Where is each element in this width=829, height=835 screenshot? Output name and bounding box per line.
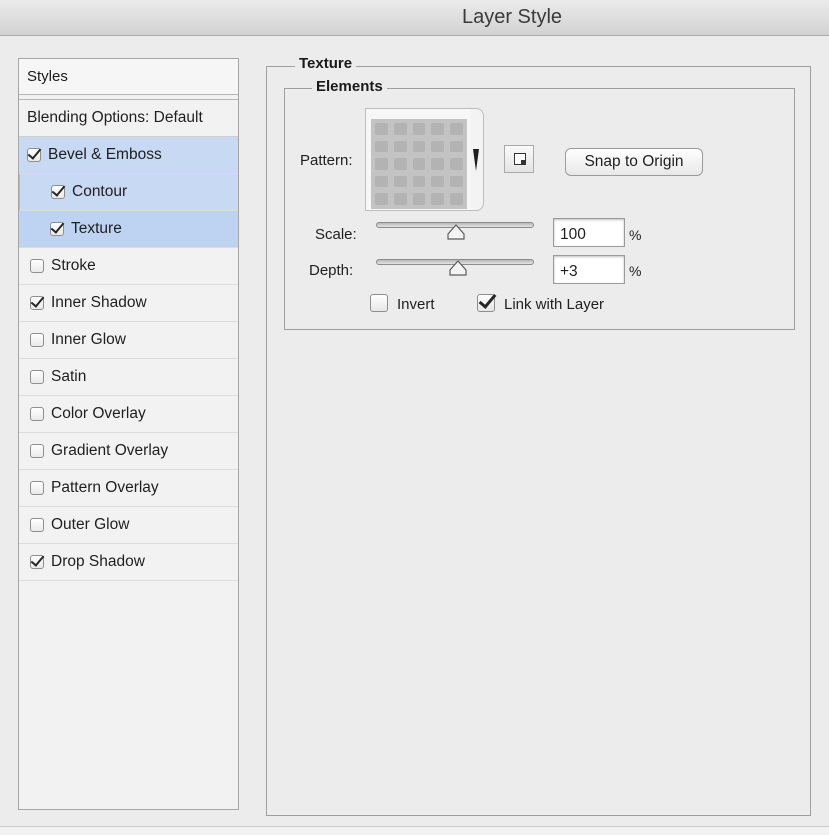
pattern-preview (371, 119, 467, 209)
scale-input[interactable] (553, 218, 625, 247)
outer-glow-checkbox[interactable] (30, 518, 44, 532)
window-title: Layer Style (461, 6, 563, 28)
inner-glow-checkbox[interactable] (30, 333, 44, 347)
style-item-pattern-overlay[interactable]: Pattern Overlay (19, 470, 238, 507)
satin-checkbox[interactable] (30, 370, 44, 384)
new-preset-icon (514, 153, 526, 165)
style-item-bevel-emboss[interactable]: Bevel & Emboss (19, 137, 238, 174)
scale-slider-thumb[interactable] (446, 224, 466, 240)
dropdown-arrow-icon (473, 149, 479, 171)
blending-options-item[interactable]: Blending Options: Default (19, 99, 238, 137)
texture-group-title: Texture (295, 55, 357, 72)
depth-unit: % (629, 263, 642, 279)
new-preset-button[interactable] (504, 145, 534, 173)
invert-checkbox[interactable] (370, 294, 388, 312)
texture-checkbox[interactable] (50, 222, 64, 236)
scale-unit: % (629, 227, 642, 243)
style-item-label: Stroke (51, 257, 96, 274)
style-item-color-overlay[interactable]: Color Overlay (19, 396, 238, 433)
pattern-swatch-icon[interactable] (365, 108, 472, 211)
bevel-emboss-checkbox[interactable] (27, 148, 41, 162)
drop-shadow-checkbox[interactable] (30, 555, 44, 569)
depth-input[interactable] (553, 255, 625, 284)
style-item-label: Satin (51, 368, 87, 385)
color-overlay-checkbox[interactable] (30, 407, 44, 421)
scale-label: Scale: (315, 226, 357, 243)
style-item-label: Bevel & Emboss (48, 146, 162, 163)
link-with-layer-label: Link with Layer (504, 296, 605, 313)
style-item-label: Outer Glow (51, 516, 130, 533)
elements-group-box (284, 88, 795, 330)
style-item-gradient-overlay[interactable]: Gradient Overlay (19, 433, 238, 470)
style-item-label: Texture (71, 220, 122, 237)
style-item-satin[interactable]: Satin (19, 359, 238, 396)
pattern-overlay-checkbox[interactable] (30, 481, 44, 495)
contour-checkbox[interactable] (51, 185, 65, 199)
link-with-layer-checkbox[interactable] (477, 294, 495, 312)
snap-to-origin-button[interactable]: Snap to Origin (565, 148, 703, 176)
style-item-label: Pattern Overlay (51, 479, 159, 496)
dialog-bottom-edge (0, 826, 829, 835)
pattern-label: Pattern: (300, 152, 353, 169)
style-item-contour[interactable]: Contour (19, 174, 238, 211)
style-item-label: Inner Glow (51, 331, 126, 348)
style-item-drop-shadow[interactable]: Drop Shadow (19, 544, 238, 581)
depth-slider-thumb[interactable] (448, 260, 468, 276)
style-item-texture[interactable]: Texture (19, 211, 238, 248)
style-item-inner-glow[interactable]: Inner Glow (19, 322, 238, 359)
style-item-label: Inner Shadow (51, 294, 147, 311)
elements-group-title: Elements (312, 78, 387, 95)
title-bar: Layer Style (0, 0, 829, 36)
gradient-overlay-checkbox[interactable] (30, 444, 44, 458)
styles-header[interactable]: Styles (19, 59, 238, 95)
styles-list: Styles Blending Options: Default Bevel &… (18, 58, 239, 810)
style-item-stroke[interactable]: Stroke (19, 248, 238, 285)
stroke-checkbox[interactable] (30, 259, 44, 273)
inner-shadow-checkbox[interactable] (30, 296, 44, 310)
invert-label: Invert (397, 296, 435, 313)
style-item-label: Drop Shadow (51, 553, 145, 570)
style-item-label: Contour (72, 183, 128, 200)
style-item-label: Gradient Overlay (51, 442, 169, 459)
style-item-inner-shadow[interactable]: Inner Shadow (19, 285, 238, 322)
pattern-picker-button[interactable] (471, 108, 484, 211)
style-item-label: Color Overlay (51, 405, 146, 422)
depth-label: Depth: (309, 262, 354, 279)
style-item-outer-glow[interactable]: Outer Glow (19, 507, 238, 544)
